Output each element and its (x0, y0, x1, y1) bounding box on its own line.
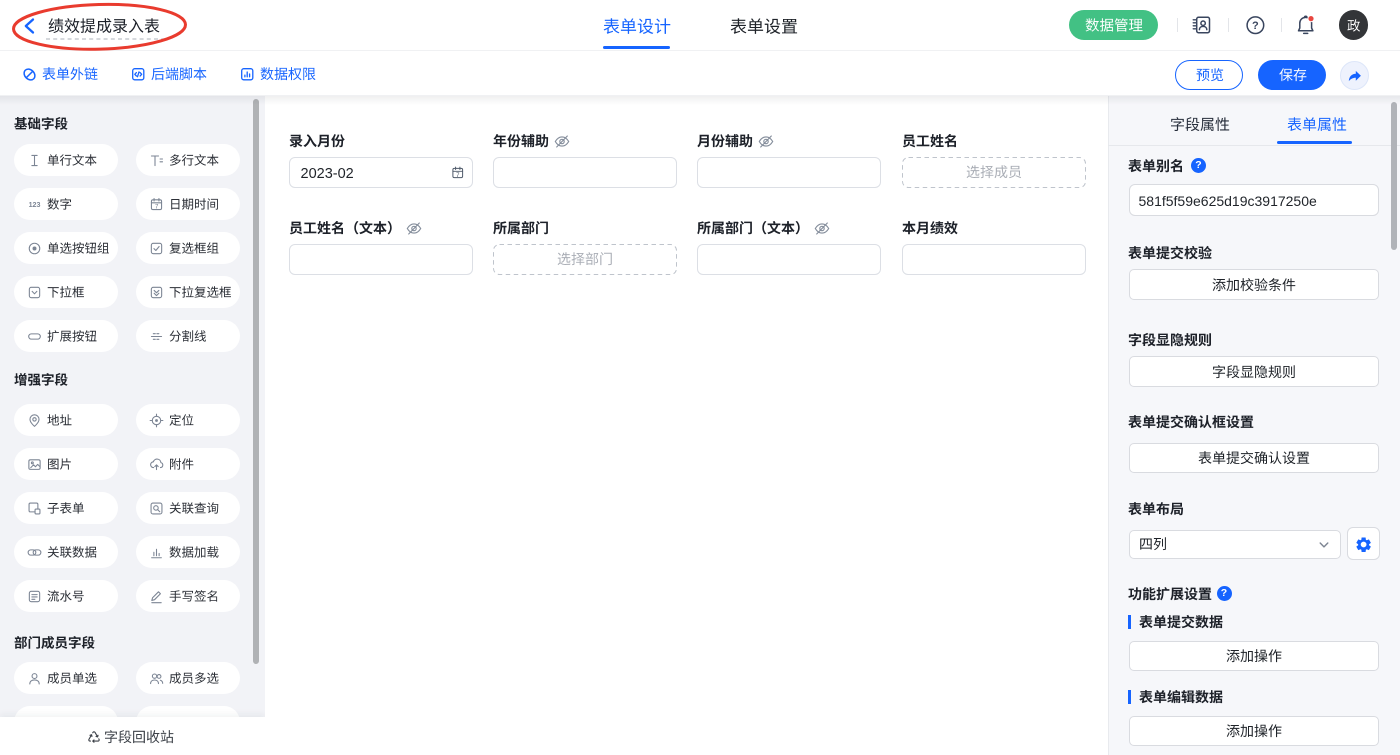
svg-text:?: ? (1252, 20, 1259, 32)
svg-text:123: 123 (29, 201, 41, 209)
svg-text:7: 7 (456, 172, 460, 179)
